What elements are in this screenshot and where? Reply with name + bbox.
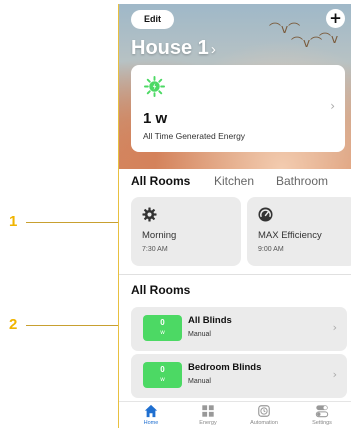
bottom-nav: Home Energy Automation Settings [119,401,351,428]
scenes-row: Morning 7:30 AM MAX Efficiency 9:00 AM [119,194,351,274]
power-badge: 0 w [143,362,182,388]
phone-screen: ⌒v⌒ ⌒v⌒ ⌒v Edit + House 1 › 1 w All Time … [118,4,351,428]
rooms-title: All Rooms [131,283,191,297]
room-mode: Manual [188,331,211,338]
tab-bathroom[interactable]: Bathroom [276,174,328,188]
chevron-right-icon: › [332,368,337,381]
nav-settings[interactable]: Settings [297,404,347,426]
nav-label: Settings [312,420,332,426]
tab-all-rooms[interactable]: All Rooms [131,174,190,188]
house-name: House 1 [131,37,209,59]
bird-decoration: ⌒v [319,32,339,46]
nav-automation[interactable]: Automation [239,404,289,426]
nav-home[interactable]: Home [126,404,176,426]
chevron-right-icon: › [330,99,335,113]
grid-icon [202,405,214,417]
scene-name: MAX Efficiency [258,230,322,241]
room-name: All Blinds [188,315,232,326]
scene-name: Morning [142,230,177,241]
gauge-icon [258,207,273,222]
room-mode: Manual [188,378,211,385]
scene-time: 9:00 AM [258,246,284,253]
room-tabs: All Rooms Kitchen Bathroom [119,169,351,194]
scene-card-morning[interactable]: Morning 7:30 AM [131,197,241,266]
energy-label: All Time Generated Energy [143,131,246,141]
nav-label: Home [143,420,159,426]
room-card-all-blinds[interactable]: 0 w All Blinds Manual › [131,307,347,351]
home-icon [144,404,158,418]
callout-number-1: 1 [9,213,18,230]
rooms-section: All Rooms 0 w All Blinds Manual › 0 w Be… [119,275,351,401]
power-unit: w [160,377,165,383]
nav-energy[interactable]: Energy [183,404,233,426]
scene-card-max-efficiency[interactable]: MAX Efficiency 9:00 AM [247,197,351,266]
chevron-right-icon: › [210,41,216,58]
toggles-icon [315,405,329,418]
chevron-right-icon: › [332,321,337,334]
power-value: 0 [160,365,165,374]
clock-icon [258,405,270,417]
room-name: Bedroom Blinds [188,362,262,373]
callout-number-2: 2 [9,316,18,333]
house-title[interactable]: House 1 › [131,37,216,60]
tab-kitchen[interactable]: Kitchen [214,174,254,188]
nav-label: Automation [250,420,278,426]
energy-card[interactable]: 1 w All Time Generated Energy › [131,65,345,152]
power-unit: w [160,330,165,336]
scene-time: 7:30 AM [142,246,168,253]
solar-energy-icon [144,76,165,97]
add-button[interactable]: + [326,9,345,28]
power-badge: 0 w [143,315,182,341]
bird-decoration: ⌒v⌒ [291,36,323,50]
power-value: 0 [160,318,165,327]
room-card-bedroom-blinds[interactable]: 0 w Bedroom Blinds Manual › [131,354,347,398]
energy-value: 1 w [143,110,168,127]
nav-label: Energy [199,420,217,426]
gear-icon [142,207,157,222]
edit-button[interactable]: Edit [131,10,174,29]
